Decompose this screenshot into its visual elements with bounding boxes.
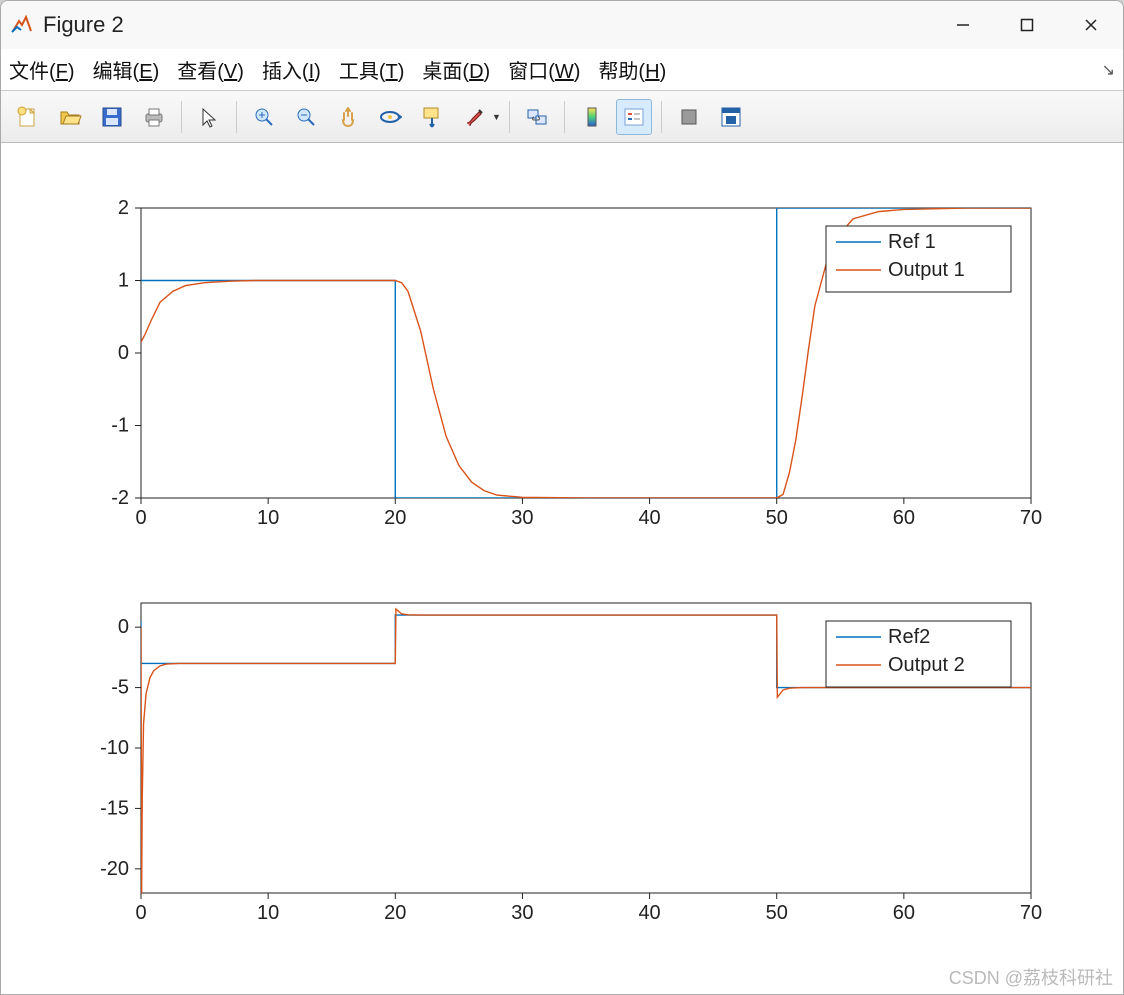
window-controls	[931, 1, 1123, 49]
svg-text:50: 50	[766, 902, 788, 924]
zoom-out-icon[interactable]	[288, 99, 324, 135]
svg-text:-1: -1	[111, 415, 129, 437]
figure-window: { "window": { "title": "Figure 2" }, "me…	[0, 0, 1124, 995]
matlab-icon	[9, 13, 33, 37]
open-icon[interactable]	[52, 99, 88, 135]
toolbar-separator	[181, 101, 182, 133]
toolbar-separator	[236, 101, 237, 133]
svg-text:50: 50	[766, 507, 788, 529]
svg-text:Ref 1: Ref 1	[888, 231, 936, 253]
svg-text:2: 2	[118, 197, 129, 219]
svg-text:20: 20	[384, 902, 406, 924]
svg-text:-5: -5	[111, 677, 129, 699]
save-icon[interactable]	[94, 99, 130, 135]
menu-tools[interactable]: 工具(T)	[339, 55, 405, 84]
menubar-overflow-icon[interactable]: ↘	[1102, 60, 1115, 80]
hide-plot-tools-icon[interactable]	[671, 99, 707, 135]
svg-text:40: 40	[638, 902, 660, 924]
zoom-in-icon[interactable]	[246, 99, 282, 135]
toolbar-separator	[564, 101, 565, 133]
new-figure-icon[interactable]	[10, 99, 46, 135]
data-cursor-icon[interactable]	[414, 99, 450, 135]
svg-text:30: 30	[511, 902, 533, 924]
menu-help[interactable]: 帮助(H)	[598, 55, 666, 84]
svg-text:Ref2: Ref2	[888, 626, 930, 648]
figure-canvas[interactable]: 010203040506070-2-1012Ref 1Output 101020…	[1, 143, 1123, 994]
toolbar-separator	[661, 101, 662, 133]
minimize-button[interactable]	[931, 1, 995, 49]
svg-text:60: 60	[893, 902, 915, 924]
menu-view[interactable]: 查看(V)	[177, 55, 244, 84]
rotate3d-icon[interactable]	[372, 99, 408, 135]
svg-text:0: 0	[118, 342, 129, 364]
svg-text:-2: -2	[111, 487, 129, 509]
svg-text:70: 70	[1020, 902, 1042, 924]
brush-dropdown-icon[interactable]: ▼	[492, 112, 501, 122]
brush-icon[interactable]	[456, 99, 492, 135]
pointer-icon[interactable]	[191, 99, 227, 135]
svg-text:0: 0	[135, 507, 146, 529]
print-icon[interactable]	[136, 99, 172, 135]
maximize-button[interactable]	[995, 1, 1059, 49]
menu-insert[interactable]: 插入(I)	[262, 55, 321, 84]
menu-edit[interactable]: 编辑(E)	[93, 55, 160, 84]
svg-text:Output 2: Output 2	[888, 654, 965, 676]
svg-text:0: 0	[135, 902, 146, 924]
svg-text:30: 30	[511, 507, 533, 529]
menubar: 文件(F) 编辑(E) 查看(V) 插入(I) 工具(T) 桌面(D) 窗口(W…	[1, 49, 1123, 91]
svg-text:Output 1: Output 1	[888, 259, 965, 281]
menu-desktop[interactable]: 桌面(D)	[422, 55, 490, 84]
svg-text:10: 10	[257, 902, 279, 924]
legend-icon[interactable]	[616, 99, 652, 135]
svg-text:-15: -15	[100, 797, 129, 819]
svg-text:70: 70	[1020, 507, 1042, 529]
svg-text:-10: -10	[100, 737, 129, 759]
svg-text:60: 60	[893, 507, 915, 529]
svg-text:20: 20	[384, 507, 406, 529]
svg-text:40: 40	[638, 507, 660, 529]
svg-text:10: 10	[257, 507, 279, 529]
svg-text:0: 0	[118, 616, 129, 638]
close-button[interactable]	[1059, 1, 1123, 49]
dock-icon[interactable]	[713, 99, 749, 135]
window-title: Figure 2	[43, 12, 124, 38]
toolbar-separator	[509, 101, 510, 133]
svg-text:1: 1	[118, 270, 129, 292]
svg-text:-20: -20	[100, 858, 129, 880]
link-axes-icon[interactable]	[519, 99, 555, 135]
titlebar: Figure 2	[1, 1, 1123, 49]
menu-window[interactable]: 窗口(W)	[508, 55, 580, 84]
toolbar: ▼	[1, 91, 1123, 143]
menu-file[interactable]: 文件(F)	[9, 55, 75, 84]
pan-icon[interactable]	[330, 99, 366, 135]
colorbar-icon[interactable]	[574, 99, 610, 135]
